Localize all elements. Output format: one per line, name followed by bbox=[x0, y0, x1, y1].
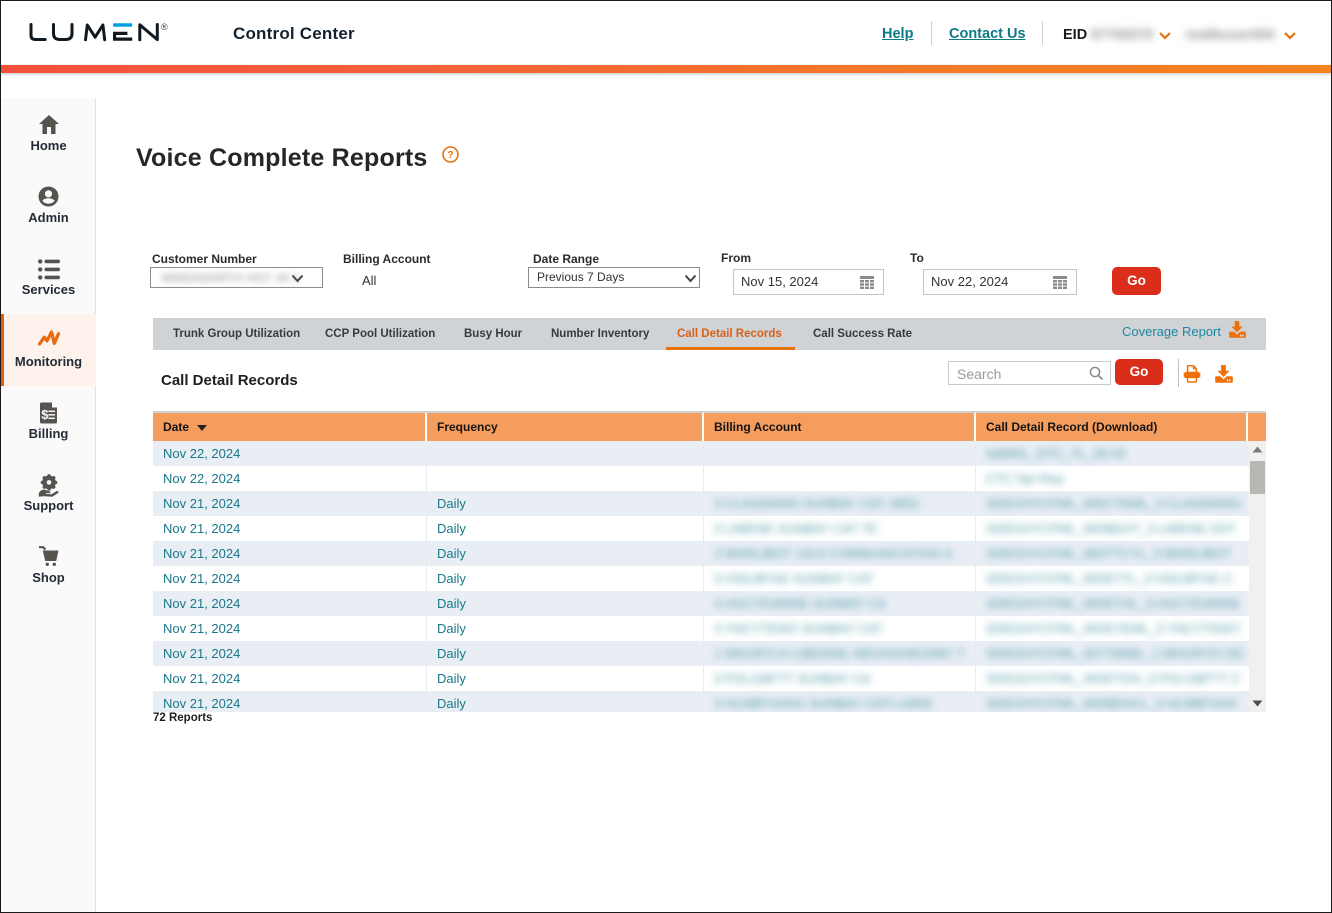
svg-text:?: ? bbox=[447, 149, 454, 161]
svg-text:$: $ bbox=[41, 407, 49, 422]
svg-text:®: ® bbox=[161, 23, 168, 32]
